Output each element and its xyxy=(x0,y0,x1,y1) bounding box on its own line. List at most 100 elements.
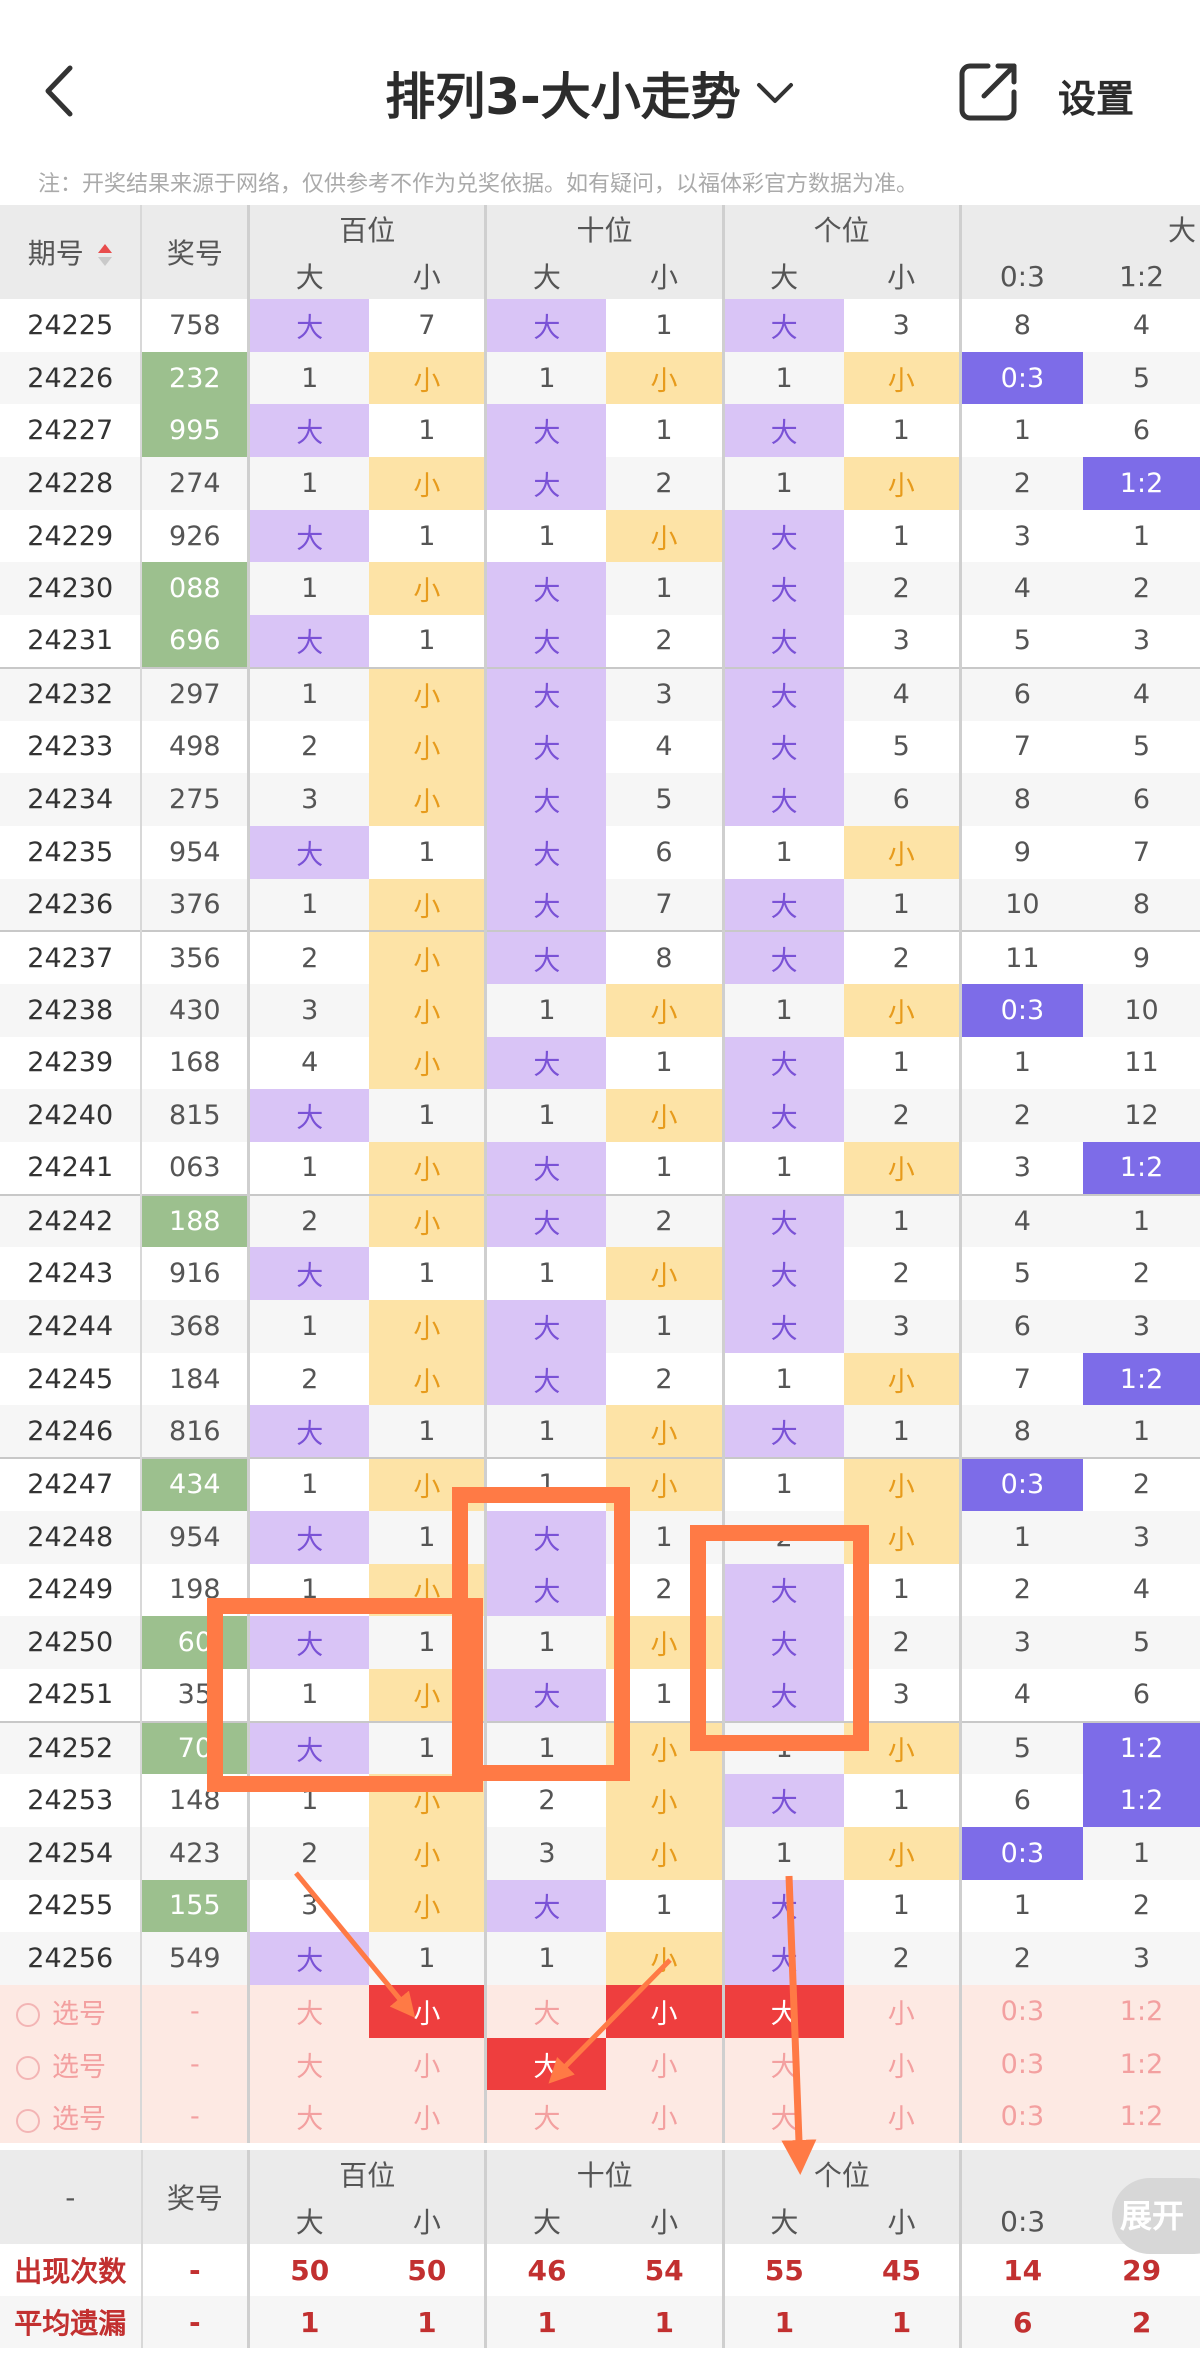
hundreds-big-cell: 2 xyxy=(247,1352,370,1406)
ratio-a-cell: 10 xyxy=(958,878,1084,932)
select-option-cell[interactable]: 小 xyxy=(843,2037,961,2091)
tens-big-cell: 大 xyxy=(484,1510,607,1564)
settings-button[interactable]: 设置 xyxy=(1058,68,1134,123)
units-small-cell: 1 xyxy=(843,509,961,563)
period-cell: 24228 xyxy=(0,457,142,510)
radio-icon[interactable] xyxy=(16,2003,40,2028)
select-option-cell[interactable]: 小 xyxy=(843,1985,961,2038)
select-option-cell[interactable]: 0:3 xyxy=(958,1985,1084,2038)
units-big-cell: 大 xyxy=(721,878,844,932)
expand-button[interactable]: 展开 xyxy=(1112,2178,1200,2254)
units-big-cell: 大 xyxy=(721,1036,844,1090)
units-big-cell: 大 xyxy=(721,1405,844,1459)
hundreds-big-cell: 1 xyxy=(247,1563,370,1617)
ratio-a-cell: 2 xyxy=(958,1563,1084,1617)
tens-big-cell: 大 xyxy=(484,1352,607,1406)
select-option-cell[interactable]: 大 xyxy=(721,2037,844,2091)
draw-number-cell: 274 xyxy=(140,457,249,510)
radio-icon[interactable] xyxy=(16,2108,40,2133)
units-big-cell: 大 xyxy=(721,1300,844,1353)
select-option-cell[interactable]: 小 xyxy=(369,2037,486,2091)
tens-small-cell: 小 xyxy=(606,1932,724,1985)
select-option-cell[interactable]: 大 xyxy=(484,1985,607,2038)
draw-number-cell: 168 xyxy=(140,1036,249,1090)
select-option-cell[interactable]: 大 xyxy=(247,1985,370,2038)
tens-big-cell: 3 xyxy=(484,1826,607,1880)
table-row: 24251 35 1 小大 1 大 3 4 6 xyxy=(0,1668,1200,1722)
draw-number-cell: 60 xyxy=(140,1616,249,1669)
tens-big-cell: 1 xyxy=(484,1089,607,1142)
select-dash-cell: - xyxy=(140,2037,249,2091)
select-option-cell[interactable]: 大 xyxy=(721,1985,844,2038)
table-row: 24254 423 2 小 3 小 1 小 0:3 1 xyxy=(0,1826,1200,1880)
draw-number-cell: 356 xyxy=(140,930,249,984)
hundreds-big-cell: 3 xyxy=(247,773,370,826)
hundreds-small-cell: 小 xyxy=(369,666,486,721)
units-big-cell: 大 xyxy=(721,720,844,774)
back-button[interactable] xyxy=(38,62,86,120)
select-option-cell[interactable]: 小 xyxy=(369,1985,486,2038)
ratio-a-cell: 6 xyxy=(958,1774,1084,1827)
tens-big-cell: 1 xyxy=(484,1457,607,1511)
tens-big-cell: 大 xyxy=(484,1300,607,1353)
select-option-cell[interactable]: 大 xyxy=(484,2090,607,2144)
tens-small-cell: 4 xyxy=(606,720,724,774)
select-row-label[interactable]: 选号 xyxy=(0,2037,142,2091)
select-option-cell[interactable]: 小 xyxy=(843,2090,961,2144)
select-dash-cell: - xyxy=(140,2090,249,2144)
select-option-cell[interactable]: 大 xyxy=(484,2037,607,2091)
period-header[interactable]: 期号 xyxy=(0,205,142,299)
hundreds-small-cell: 小 xyxy=(369,720,486,774)
select-option-cell[interactable]: 大 xyxy=(247,2037,370,2091)
summary-hundreds-big: 大 xyxy=(247,2198,370,2244)
trend-table-wrapper[interactable]: 期号 奖号 百位 十位 个位 大 大 小 大 小 大 小 0:3 1:2 242… xyxy=(0,205,1200,2376)
period-cell: 24256 xyxy=(0,1932,142,1985)
tens-small-cell: 1 xyxy=(606,1300,724,1353)
ratio-b-cell: 6 xyxy=(1083,404,1200,458)
summary-hundreds-header: 百位 xyxy=(247,2150,486,2198)
select-option-cell[interactable]: 大 xyxy=(721,2090,844,2144)
ratio-a-cell: 7 xyxy=(958,720,1084,774)
select-row-label[interactable]: 选号 xyxy=(0,2090,142,2144)
draw-header: 奖号 xyxy=(140,205,249,299)
tens-small-cell: 1 xyxy=(606,1142,724,1195)
tens-big-cell: 1 xyxy=(484,1405,607,1459)
sort-icon xyxy=(97,244,112,266)
select-option-cell[interactable]: 小 xyxy=(606,1985,724,2038)
select-option-cell[interactable]: 1:2 xyxy=(1083,2037,1200,2091)
units-small-cell: 2 xyxy=(843,562,961,616)
units-small-cell: 小 xyxy=(843,1142,961,1195)
ratio-b-cell: 1 xyxy=(1083,1826,1200,1880)
hundreds-small-cell: 小 xyxy=(369,1826,486,1880)
select-option-cell[interactable]: 大 xyxy=(247,2090,370,2144)
period-cell: 24232 xyxy=(0,666,142,721)
units-big-cell: 1 xyxy=(721,1720,844,1775)
radio-icon[interactable] xyxy=(16,2056,40,2081)
ratio-header: 大 xyxy=(958,205,1200,253)
tens-big-cell: 大 xyxy=(484,562,607,616)
select-row-label[interactable]: 选号 xyxy=(0,1985,142,2038)
summary-value: 1 xyxy=(247,2296,370,2348)
select-option-cell[interactable]: 1:2 xyxy=(1083,2090,1200,2144)
period-cell: 24250 xyxy=(0,1616,142,1669)
select-option-cell[interactable]: 小 xyxy=(606,2090,724,2144)
select-option-cell[interactable]: 0:3 xyxy=(958,2090,1084,2144)
tens-big-cell: 大 xyxy=(484,457,607,510)
units-small-cell: 2 xyxy=(843,1932,961,1985)
ratio-a-cell: 0:3 xyxy=(958,983,1084,1037)
share-button[interactable] xyxy=(958,60,1020,122)
ratio-a-cell: 4 xyxy=(958,1193,1084,1248)
hundreds-big-cell: 大 xyxy=(247,299,370,352)
title-dropdown[interactable]: 排列3-大小走势 xyxy=(380,60,800,126)
hundreds-small-cell: 小 xyxy=(369,930,486,984)
units-small-header: 小 xyxy=(843,253,961,299)
select-option-cell[interactable]: 小 xyxy=(606,2037,724,2091)
hundreds-small-cell: 小 xyxy=(369,1879,486,1933)
hundreds-big-header: 大 xyxy=(247,253,370,299)
select-option-cell[interactable]: 1:2 xyxy=(1083,1985,1200,2038)
hundreds-small-cell: 1 xyxy=(369,1247,486,1301)
hundreds-small-cell: 小 xyxy=(369,1457,486,1511)
select-option-cell[interactable]: 0:3 xyxy=(958,2037,1084,2091)
summary-value: 50 xyxy=(247,2244,370,2296)
select-option-cell[interactable]: 小 xyxy=(369,2090,486,2144)
